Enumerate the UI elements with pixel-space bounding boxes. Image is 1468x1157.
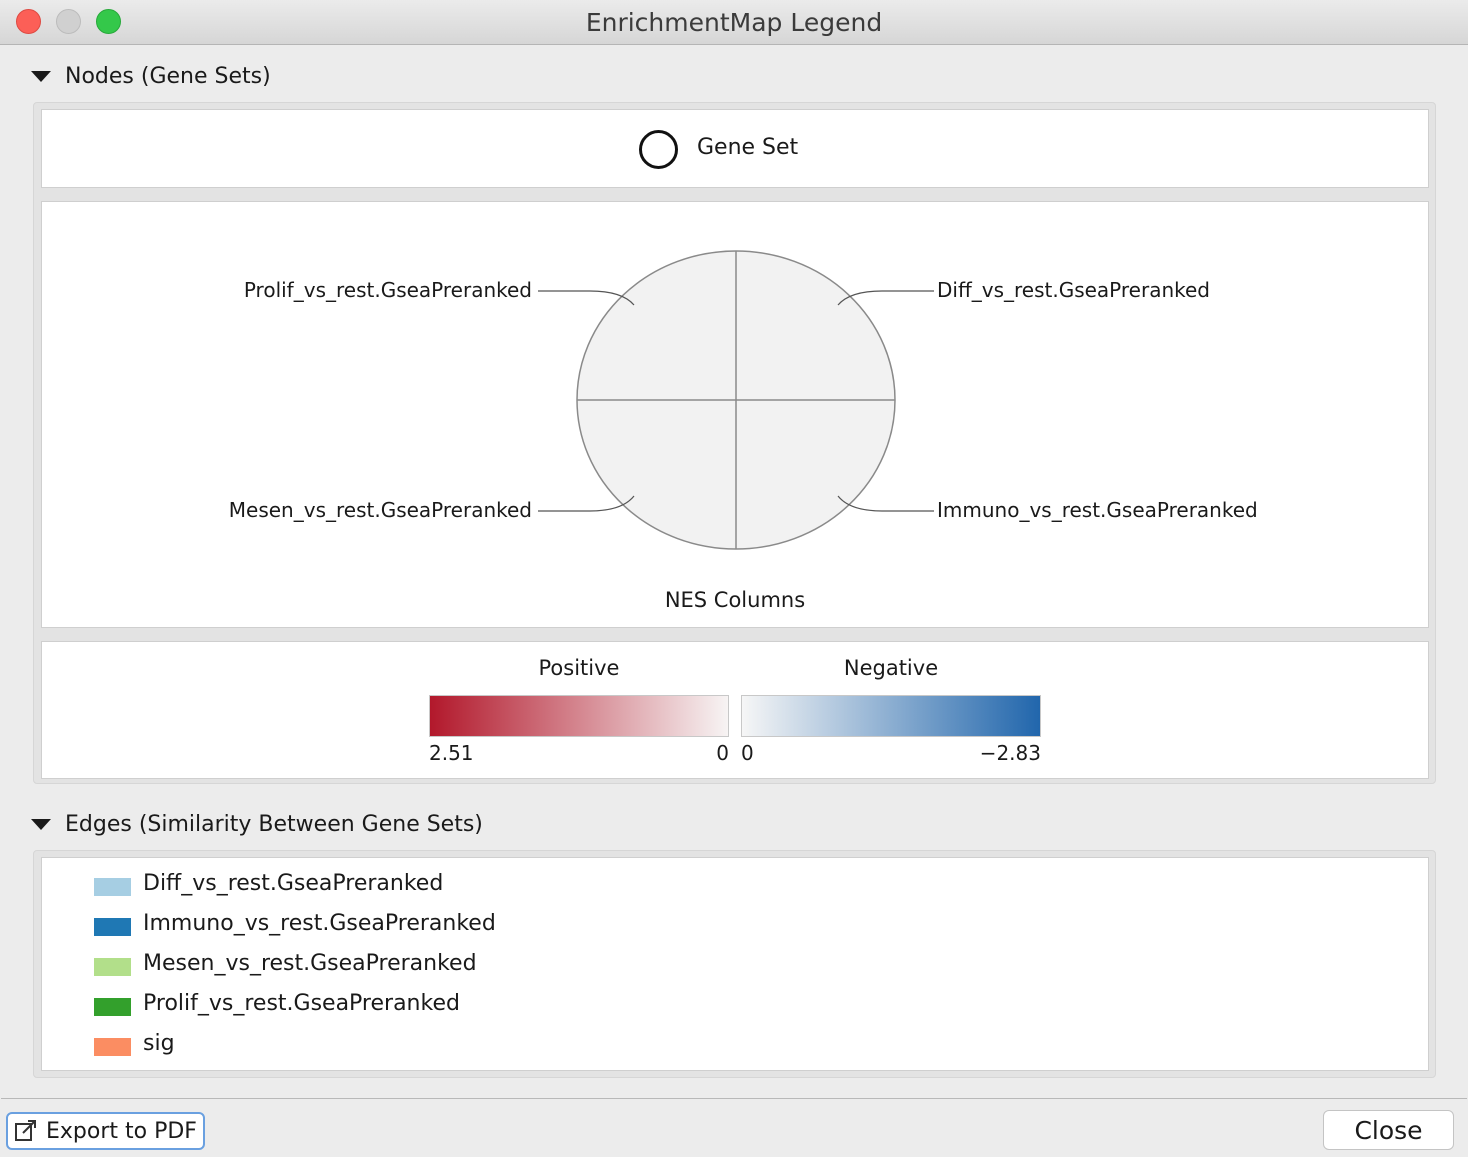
close-button[interactable]: Close [1323,1110,1454,1150]
edge-swatch-diff [94,878,131,896]
export-pdf-label: Export to PDF [46,1118,197,1144]
positive-gradient-bar [429,695,729,737]
positive-label: Positive [538,656,620,680]
edge-label-mesen: Mesen_vs_rest.GseaPreranked [143,951,477,976]
edge-label-diff: Diff_vs_rest.GseaPreranked [143,871,444,896]
edge-swatch-sig [94,1038,131,1056]
nes-chart-panel: Prolif_vs_rest.GseaPreranked Diff_vs_res… [41,201,1429,628]
negative-max-value: −2.83 [979,741,1041,765]
collapse-triangle-icon[interactable] [31,70,51,82]
close-button-label: Close [1354,1115,1423,1145]
chart-label-bottom-left: Mesen_vs_rest.GseaPreranked [228,498,532,522]
export-icon [15,1120,37,1141]
edge-swatch-prolif [94,998,131,1016]
negative-min-value: 0 [741,741,754,765]
legend-content: Nodes (Gene Sets) Gene Set Prolif_vs_res… [1,45,1467,1099]
title-bar: EnrichmentMap Legend [0,0,1468,45]
edge-swatch-mesen [94,958,131,976]
window-title: EnrichmentMap Legend [585,8,883,37]
color-scale-panel: Positive Negative 2.51 0 0 −2.83 [41,641,1429,779]
chart-caption: NES Columns [664,588,806,612]
chart-label-top-right: Diff_vs_rest.GseaPreranked [937,278,1210,302]
edges-section-title: Edges (Similarity Between Gene Sets) [65,811,483,837]
edge-label-sig: sig [143,1031,175,1056]
gene-set-label: Gene Set [697,135,799,160]
gene-set-circle-icon [639,130,678,169]
negative-gradient-bar [741,695,1041,737]
edge-label-prolif: Prolif_vs_rest.GseaPreranked [143,991,460,1016]
positive-min-value: 0 [716,741,729,765]
chart-label-top-left: Prolif_vs_rest.GseaPreranked [243,278,532,302]
gene-set-panel: Gene Set [41,109,1429,188]
nodes-section-title: Nodes (Gene Sets) [65,63,271,89]
nes-pie-chart [538,250,934,550]
collapse-triangle-icon[interactable] [31,818,51,830]
edges-section-header[interactable]: Edges (Similarity Between Gene Sets) [31,809,483,839]
edge-label-immuno: Immuno_vs_rest.GseaPreranked [143,911,496,936]
nodes-group: Gene Set Prolif_vs_rest.GseaPreranked Di… [33,102,1436,784]
export-pdf-button[interactable]: Export to PDF [6,1112,205,1150]
edges-panel: Diff_vs_rest.GseaPreranked Immuno_vs_res… [41,857,1429,1071]
nodes-section-header[interactable]: Nodes (Gene Sets) [31,61,271,91]
edge-swatch-immuno [94,918,131,936]
edges-group: Diff_vs_rest.GseaPreranked Immuno_vs_res… [33,850,1436,1078]
negative-label: Negative [843,656,939,680]
positive-max-value: 2.51 [429,741,474,765]
chart-label-bottom-right: Immuno_vs_rest.GseaPreranked [937,498,1258,522]
